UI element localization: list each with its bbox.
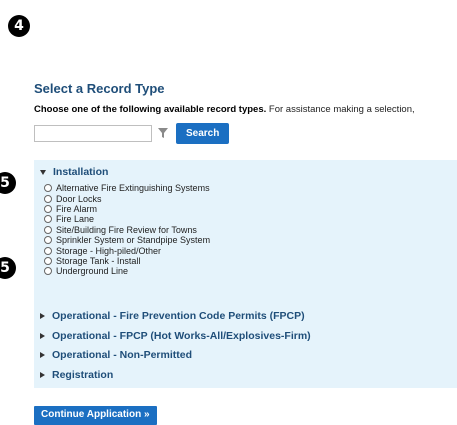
- radio-button[interactable]: [44, 194, 52, 203]
- chevron-right-icon: [40, 333, 45, 339]
- search-row: Search: [34, 123, 230, 144]
- record-type-panel: Installation Alternative Fire Extinguish…: [34, 160, 457, 388]
- step-badge: 5: [0, 257, 16, 279]
- radio-button[interactable]: [44, 204, 52, 213]
- category-label: Operational - Non-Permitted: [52, 349, 193, 361]
- category-operational-hot-works[interactable]: Operational - FPCP (Hot Works-All/Explos…: [40, 330, 311, 342]
- category-label: Operational - FPCP (Hot Works-All/Explos…: [52, 330, 311, 342]
- option-label: Storage Tank - Install: [56, 255, 141, 266]
- category-label: Registration: [52, 369, 114, 381]
- option-label: Alternative Fire Extinguishing Systems: [56, 183, 210, 194]
- step-badge: 5: [0, 172, 16, 194]
- record-type-option[interactable]: Storage Tank - Install: [44, 256, 210, 266]
- record-type-option[interactable]: Fire Alarm: [44, 204, 210, 214]
- option-label: Door Locks: [56, 193, 102, 204]
- installation-options: Alternative Fire Extinguishing Systems D…: [44, 183, 210, 277]
- category-installation[interactable]: Installation: [40, 166, 108, 178]
- record-type-option[interactable]: Door Locks: [44, 193, 210, 204]
- option-label: Storage - High-piled/Other: [56, 245, 162, 256]
- search-input[interactable]: [34, 125, 152, 142]
- instructions-bold: Choose one of the following available re…: [34, 104, 267, 115]
- radio-button[interactable]: [44, 215, 52, 224]
- radio-button[interactable]: [44, 225, 52, 234]
- filter-icon[interactable]: [157, 127, 171, 141]
- category-label: Operational - Fire Prevention Code Permi…: [52, 310, 305, 322]
- record-type-option[interactable]: Storage - High-piled/Other: [44, 245, 210, 256]
- category-label: Installation: [53, 166, 109, 178]
- chevron-right-icon: [40, 372, 45, 378]
- instructions-text: Choose one of the following available re…: [34, 104, 457, 115]
- option-label: Underground Line: [56, 266, 129, 277]
- radio-button[interactable]: [44, 267, 52, 276]
- page-title: Select a Record Type: [34, 81, 165, 96]
- continue-application-button[interactable]: Continue Application »: [34, 406, 157, 425]
- radio-button[interactable]: [44, 236, 52, 245]
- chevron-right-icon: [40, 313, 45, 319]
- instructions-help: For assistance making a selection,: [266, 104, 415, 115]
- record-type-option[interactable]: Site/Building Fire Review for Towns: [44, 225, 210, 235]
- filter-icon-graphic: [158, 127, 168, 138]
- category-operational-fpcp[interactable]: Operational - Fire Prevention Code Permi…: [40, 310, 305, 322]
- search-button[interactable]: Search: [176, 123, 230, 144]
- category-registration[interactable]: Registration: [40, 369, 113, 381]
- step-badge: 4: [8, 15, 30, 37]
- radio-button[interactable]: [44, 256, 52, 265]
- record-type-option[interactable]: Alternative Fire Extinguishing Systems: [44, 183, 210, 193]
- option-label: Fire Lane: [56, 214, 95, 225]
- option-label: Sprinkler System or Standpipe System: [56, 235, 211, 246]
- chevron-down-icon: [40, 169, 46, 175]
- record-type-option[interactable]: Fire Lane: [44, 214, 210, 224]
- radio-button[interactable]: [44, 246, 52, 255]
- chevron-right-icon: [40, 352, 45, 358]
- record-type-option[interactable]: Sprinkler System or Standpipe System: [44, 235, 210, 245]
- option-label: Fire Alarm: [56, 203, 98, 214]
- category-operational-non-permitted[interactable]: Operational - Non-Permitted: [40, 349, 192, 361]
- record-type-option[interactable]: Underground Line: [44, 266, 210, 276]
- option-label: Site/Building Fire Review for Towns: [56, 224, 197, 235]
- radio-button[interactable]: [44, 184, 52, 193]
